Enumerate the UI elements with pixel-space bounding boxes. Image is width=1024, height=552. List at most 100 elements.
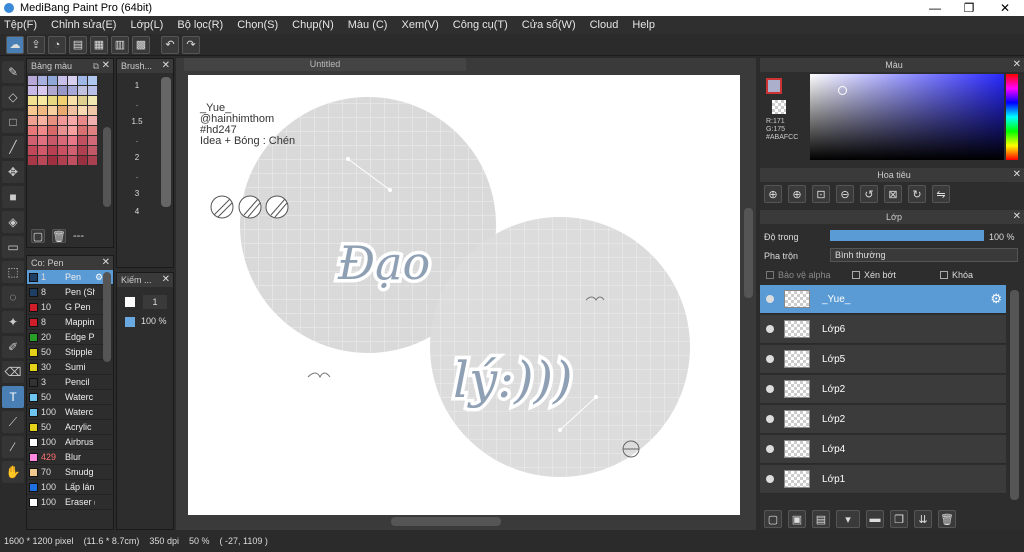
palette-swatch[interactable]	[28, 126, 37, 135]
white-swatch[interactable]	[125, 297, 135, 307]
palette-scrollbar[interactable]	[103, 127, 111, 207]
palette-swatch[interactable]	[28, 116, 37, 125]
close-icon[interactable]: ✕	[102, 256, 110, 270]
canvas-tab[interactable]: Untitled	[184, 58, 466, 71]
brush-item[interactable]: 70 Smudg	[27, 465, 113, 480]
add-swatch-icon[interactable]: ▢	[31, 229, 45, 243]
popout-icon[interactable]: ⧉	[93, 59, 99, 73]
bucket-tool-icon[interactable]: ◈	[2, 211, 24, 233]
menu-window[interactable]: Cửa sổ(W)	[522, 19, 576, 31]
palette-swatch[interactable]	[38, 126, 47, 135]
redo-icon[interactable]: ↷	[182, 35, 200, 54]
add-layer-menu-icon[interactable]: ▾	[836, 510, 860, 528]
brush-item[interactable]: 8 Pen (Sh	[27, 285, 113, 300]
delete-swatch-icon[interactable]: 🗑	[52, 229, 66, 243]
opacity-slider[interactable]	[830, 230, 984, 241]
zoom-out-icon[interactable]: ⊖	[836, 185, 854, 203]
palette-swatch[interactable]	[78, 136, 87, 145]
palette-swatch[interactable]	[38, 146, 47, 155]
palette-swatch[interactable]	[88, 86, 97, 95]
palette-swatch[interactable]	[58, 126, 67, 135]
blue-swatch[interactable]	[125, 317, 135, 327]
visibility-icon[interactable]	[766, 325, 774, 333]
fill-rect-tool-icon[interactable]: ■	[2, 186, 24, 208]
protect-alpha-checkbox[interactable]	[766, 271, 774, 279]
close-icon[interactable]: ✕	[1013, 168, 1021, 182]
palette-swatch[interactable]	[58, 76, 67, 85]
visibility-icon[interactable]	[766, 415, 774, 423]
menu-layer[interactable]: Lớp(L)	[130, 19, 163, 31]
zoom-icon[interactable]: ⊕	[788, 185, 806, 203]
flip-icon[interactable]: ⇋	[932, 185, 950, 203]
palette-swatch[interactable]	[38, 76, 47, 85]
menu-file[interactable]: Tệp(F)	[4, 19, 37, 31]
menu-tools[interactable]: Công cụ(T)	[453, 19, 508, 31]
brush-size-option[interactable]: 3	[121, 185, 153, 203]
brush-item[interactable]: 50 Waterc	[27, 390, 113, 405]
text-tool-icon[interactable]: T	[2, 386, 24, 408]
smudge-tool-icon[interactable]: ⁄	[2, 436, 24, 458]
message-icon[interactable]: ▤	[69, 35, 87, 54]
palette-swatch[interactable]	[28, 76, 37, 85]
menu-view[interactable]: Xem(V)	[401, 19, 438, 31]
brush-item[interactable]: 100 Lấp lán	[27, 480, 113, 495]
palette-swatch[interactable]	[68, 76, 77, 85]
brush-size-option[interactable]: .	[121, 95, 153, 113]
comment-icon[interactable]: ◔	[48, 35, 66, 54]
palette-swatch[interactable]	[78, 116, 87, 125]
palette-swatch[interactable]	[38, 106, 47, 115]
palette-swatch[interactable]	[48, 156, 57, 165]
clipping-checkbox[interactable]	[852, 271, 860, 279]
palette-swatch[interactable]	[38, 136, 47, 145]
palette-swatch[interactable]	[48, 116, 57, 125]
palette-swatch[interactable]	[38, 86, 47, 95]
brush-size-option[interactable]: 2	[121, 149, 153, 167]
brush-item[interactable]: 100 Waterc	[27, 405, 113, 420]
brush-size-scrollbar[interactable]	[161, 77, 171, 207]
close-icon[interactable]: ✕	[162, 59, 170, 73]
delete-layer-icon[interactable]: 🗑	[938, 510, 956, 528]
brush-item[interactable]: 1 Pen ⚙	[27, 270, 113, 285]
palette-swatch[interactable]	[68, 86, 77, 95]
saturation-value-picker[interactable]	[810, 74, 1004, 160]
canvas-vertical-scrollbar[interactable]	[744, 208, 753, 298]
rotate-left-icon[interactable]: ↺	[860, 185, 878, 203]
palette-swatch[interactable]	[88, 146, 97, 155]
visibility-icon[interactable]	[766, 385, 774, 393]
rect-tool-icon[interactable]: □	[2, 111, 24, 133]
palette-swatch[interactable]	[48, 86, 57, 95]
menu-edit[interactable]: Chỉnh sửa(E)	[51, 19, 116, 31]
new-halftone-layer-icon[interactable]: ▣	[788, 510, 806, 528]
palette-swatch[interactable]	[48, 146, 57, 155]
layer-row[interactable]: _Yue_ ⚙	[760, 285, 1006, 314]
menu-color[interactable]: Màu (C)	[348, 19, 388, 31]
menu-select[interactable]: Chọn(S)	[237, 19, 278, 31]
eyedropper-icon[interactable]: ⟋	[2, 411, 24, 433]
reset-icon[interactable]: ⊠	[884, 185, 902, 203]
palette-swatch[interactable]	[68, 136, 77, 145]
close-button[interactable]: ✕	[988, 0, 1022, 16]
palette-swatch[interactable]	[28, 156, 37, 165]
page-manage-icon[interactable]: ▥	[111, 35, 129, 54]
brush-item[interactable]: 50 Stipple	[27, 345, 113, 360]
layer-row[interactable]: Lớp1	[760, 465, 1006, 494]
close-icon[interactable]: ✕	[102, 59, 110, 73]
select-eraser-icon[interactable]: ⌫	[2, 361, 24, 383]
visibility-icon[interactable]	[766, 355, 774, 363]
lock-checkbox[interactable]	[940, 271, 948, 279]
eraser-tool-icon[interactable]: ◇	[2, 86, 24, 108]
layer-row[interactable]: Lớp6	[760, 315, 1006, 344]
hue-slider[interactable]	[1006, 74, 1018, 160]
brush-list-scrollbar[interactable]	[103, 272, 111, 362]
palette-swatch[interactable]	[88, 136, 97, 145]
menu-filter[interactable]: Bộ lọc(R)	[177, 19, 223, 31]
blend-mode-select[interactable]: Bình thường	[830, 248, 1018, 262]
palette-swatch[interactable]	[68, 156, 77, 165]
layer-row[interactable]: Lớp4	[760, 435, 1006, 464]
palette-swatch[interactable]	[48, 106, 57, 115]
fit-icon[interactable]: ⊡	[812, 185, 830, 203]
brush-size-option[interactable]: 1.5	[121, 113, 153, 131]
layer-settings-icon[interactable]: ⚙	[990, 291, 1002, 307]
palette-swatch[interactable]	[78, 146, 87, 155]
palette-swatch[interactable]	[68, 126, 77, 135]
